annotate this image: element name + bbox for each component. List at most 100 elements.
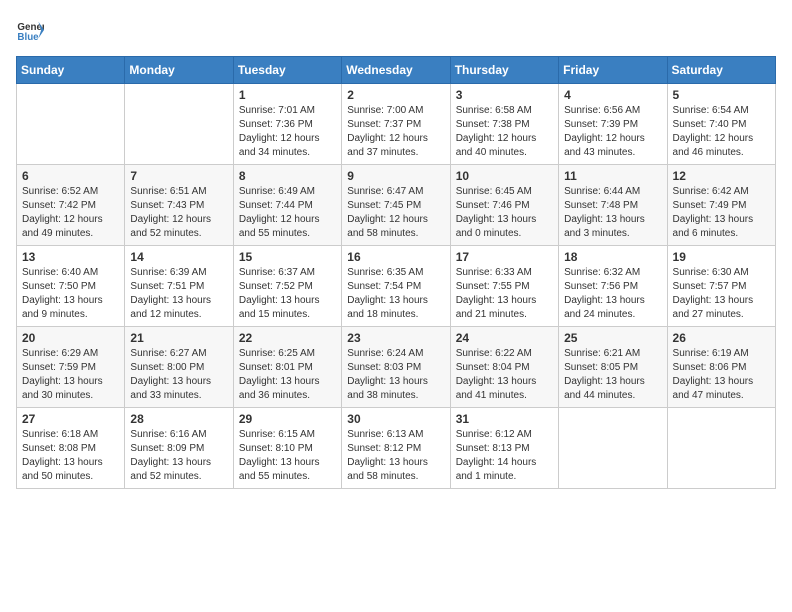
day-info: Sunrise: 6:27 AM Sunset: 8:00 PM Dayligh… xyxy=(130,347,227,403)
day-number: 16 xyxy=(347,250,444,264)
day-number: 22 xyxy=(239,331,336,345)
calendar-cell: 19Sunrise: 6:30 AM Sunset: 7:57 PM Dayli… xyxy=(667,246,775,327)
day-number: 12 xyxy=(673,169,770,183)
day-info: Sunrise: 6:25 AM Sunset: 8:01 PM Dayligh… xyxy=(239,347,336,403)
day-number: 6 xyxy=(22,169,119,183)
day-info: Sunrise: 6:35 AM Sunset: 7:54 PM Dayligh… xyxy=(347,266,444,322)
calendar-cell: 25 Sunrise: 6:21 AM Sunset: 8:05 PM Dayli… xyxy=(559,327,667,408)
day-number: 24 xyxy=(456,331,553,345)
day-info: Sunrise: 6:44 AM Sunset: 7:48 PM Dayligh… xyxy=(564,185,661,241)
calendar-cell: 26 Sunrise: 6:19 AM Sunset: 8:06 PM Dayli… xyxy=(667,327,775,408)
day-number: 15 xyxy=(239,250,336,264)
day-number: 2 xyxy=(347,88,444,102)
calendar-cell: 30 Sunrise: 6:13 AM Sunset: 8:12 PM Dayli… xyxy=(342,408,450,489)
calendar-cell: 10 Sunrise: 6:45 AM Sunset: 7:46 PM Dayli… xyxy=(450,165,558,246)
day-number: 4 xyxy=(564,88,661,102)
calendar-cell: 3 Sunrise: 6:58 AM Sunset: 7:38 PM Daylig… xyxy=(450,84,558,165)
day-info: Sunrise: 6:45 AM Sunset: 7:46 PM Dayligh… xyxy=(456,185,553,241)
day-number: 9 xyxy=(347,169,444,183)
calendar-cell: 18Sunrise: 6:32 AM Sunset: 7:56 PM Dayli… xyxy=(559,246,667,327)
calendar-cell: 27 Sunrise: 6:18 AM Sunset: 8:08 PM Dayli… xyxy=(17,408,125,489)
day-number: 21 xyxy=(130,331,227,345)
day-info: Sunrise: 6:15 AM Sunset: 8:10 PM Dayligh… xyxy=(239,428,336,484)
day-info: Sunrise: 6:33 AM Sunset: 7:55 PM Dayligh… xyxy=(456,266,553,322)
calendar-table: SundayMondayTuesdayWednesdayThursdayFrid… xyxy=(16,56,776,489)
day-number: 11 xyxy=(564,169,661,183)
day-info: Sunrise: 6:51 AM Sunset: 7:43 PM Dayligh… xyxy=(130,185,227,241)
day-info: Sunrise: 6:52 AM Sunset: 7:42 PM Dayligh… xyxy=(22,185,119,241)
calendar-cell: 28 Sunrise: 6:16 AM Sunset: 8:09 PM Dayli… xyxy=(125,408,233,489)
day-number: 20 xyxy=(22,331,119,345)
day-info: Sunrise: 6:49 AM Sunset: 7:44 PM Dayligh… xyxy=(239,185,336,241)
day-info: Sunrise: 6:24 AM Sunset: 8:03 PM Dayligh… xyxy=(347,347,444,403)
calendar-cell: 4 Sunrise: 6:56 AM Sunset: 7:39 PM Daylig… xyxy=(559,84,667,165)
day-info: Sunrise: 6:16 AM Sunset: 8:09 PM Dayligh… xyxy=(130,428,227,484)
day-number: 3 xyxy=(456,88,553,102)
day-number: 1 xyxy=(239,88,336,102)
weekday-header-wednesday: Wednesday xyxy=(342,57,450,84)
day-info: Sunrise: 6:40 AM Sunset: 7:50 PM Dayligh… xyxy=(22,266,119,322)
day-info: Sunrise: 6:37 AM Sunset: 7:52 PM Dayligh… xyxy=(239,266,336,322)
day-number: 18 xyxy=(564,250,661,264)
day-number: 23 xyxy=(347,331,444,345)
page-header: General Blue xyxy=(16,16,776,44)
calendar-cell: 23 Sunrise: 6:24 AM Sunset: 8:03 PM Dayli… xyxy=(342,327,450,408)
svg-text:Blue: Blue xyxy=(17,32,39,43)
weekday-header-sunday: Sunday xyxy=(17,57,125,84)
calendar-cell: 31Sunrise: 6:12 AM Sunset: 8:13 PM Dayli… xyxy=(450,408,558,489)
calendar-cell: 2 Sunrise: 7:00 AM Sunset: 7:37 PM Daylig… xyxy=(342,84,450,165)
weekday-header-friday: Friday xyxy=(559,57,667,84)
day-info: Sunrise: 6:22 AM Sunset: 8:04 PM Dayligh… xyxy=(456,347,553,403)
calendar-cell: 8 Sunrise: 6:49 AM Sunset: 7:44 PM Daylig… xyxy=(233,165,341,246)
week-row-1: 1Sunrise: 7:01 AM Sunset: 7:36 PM Daylig… xyxy=(17,84,776,165)
week-row-5: 27 Sunrise: 6:18 AM Sunset: 8:08 PM Dayli… xyxy=(17,408,776,489)
weekday-header-saturday: Saturday xyxy=(667,57,775,84)
calendar-cell: 11 Sunrise: 6:44 AM Sunset: 7:48 PM Dayli… xyxy=(559,165,667,246)
day-number: 26 xyxy=(673,331,770,345)
day-info: Sunrise: 6:18 AM Sunset: 8:08 PM Dayligh… xyxy=(22,428,119,484)
calendar-cell: 15 Sunrise: 6:37 AM Sunset: 7:52 PM Dayli… xyxy=(233,246,341,327)
week-row-3: 13Sunrise: 6:40 AM Sunset: 7:50 PM Dayli… xyxy=(17,246,776,327)
calendar-cell: 21 Sunrise: 6:27 AM Sunset: 8:00 PM Dayli… xyxy=(125,327,233,408)
logo-icon: General Blue xyxy=(16,16,44,44)
calendar-cell: 1Sunrise: 7:01 AM Sunset: 7:36 PM Daylig… xyxy=(233,84,341,165)
day-number: 19 xyxy=(673,250,770,264)
day-number: 28 xyxy=(130,412,227,426)
weekday-header-thursday: Thursday xyxy=(450,57,558,84)
day-info: Sunrise: 6:39 AM Sunset: 7:51 PM Dayligh… xyxy=(130,266,227,322)
weekday-header-tuesday: Tuesday xyxy=(233,57,341,84)
calendar-cell: 29 Sunrise: 6:15 AM Sunset: 8:10 PM Dayli… xyxy=(233,408,341,489)
calendar-cell: 7Sunrise: 6:51 AM Sunset: 7:43 PM Daylig… xyxy=(125,165,233,246)
day-info: Sunrise: 6:58 AM Sunset: 7:38 PM Dayligh… xyxy=(456,104,553,160)
calendar-header: SundayMondayTuesdayWednesdayThursdayFrid… xyxy=(17,57,776,84)
calendar-cell: 24 Sunrise: 6:22 AM Sunset: 8:04 PM Dayli… xyxy=(450,327,558,408)
calendar-cell: 17 Sunrise: 6:33 AM Sunset: 7:55 PM Dayli… xyxy=(450,246,558,327)
day-info: Sunrise: 6:56 AM Sunset: 7:39 PM Dayligh… xyxy=(564,104,661,160)
calendar-cell: 16 Sunrise: 6:35 AM Sunset: 7:54 PM Dayli… xyxy=(342,246,450,327)
day-info: Sunrise: 6:13 AM Sunset: 8:12 PM Dayligh… xyxy=(347,428,444,484)
day-number: 29 xyxy=(239,412,336,426)
day-info: Sunrise: 6:54 AM Sunset: 7:40 PM Dayligh… xyxy=(673,104,770,160)
day-number: 27 xyxy=(22,412,119,426)
day-number: 31 xyxy=(456,412,553,426)
calendar-body: 1Sunrise: 7:01 AM Sunset: 7:36 PM Daylig… xyxy=(17,84,776,489)
calendar-cell xyxy=(17,84,125,165)
calendar-cell: 5 Sunrise: 6:54 AM Sunset: 7:40 PM Daylig… xyxy=(667,84,775,165)
day-info: Sunrise: 6:21 AM Sunset: 8:05 PM Dayligh… xyxy=(564,347,661,403)
day-info: Sunrise: 6:47 AM Sunset: 7:45 PM Dayligh… xyxy=(347,185,444,241)
day-number: 8 xyxy=(239,169,336,183)
weekday-header-monday: Monday xyxy=(125,57,233,84)
week-row-2: 6 Sunrise: 6:52 AM Sunset: 7:42 PM Daylig… xyxy=(17,165,776,246)
day-info: Sunrise: 7:00 AM Sunset: 7:37 PM Dayligh… xyxy=(347,104,444,160)
calendar-cell: 12Sunrise: 6:42 AM Sunset: 7:49 PM Dayli… xyxy=(667,165,775,246)
day-number: 5 xyxy=(673,88,770,102)
calendar-cell: 9 Sunrise: 6:47 AM Sunset: 7:45 PM Daylig… xyxy=(342,165,450,246)
day-number: 25 xyxy=(564,331,661,345)
day-number: 17 xyxy=(456,250,553,264)
day-number: 10 xyxy=(456,169,553,183)
day-number: 30 xyxy=(347,412,444,426)
logo: General Blue xyxy=(16,16,48,44)
day-info: Sunrise: 6:19 AM Sunset: 8:06 PM Dayligh… xyxy=(673,347,770,403)
weekday-header-row: SundayMondayTuesdayWednesdayThursdayFrid… xyxy=(17,57,776,84)
calendar-cell: 20Sunrise: 6:29 AM Sunset: 7:59 PM Dayli… xyxy=(17,327,125,408)
